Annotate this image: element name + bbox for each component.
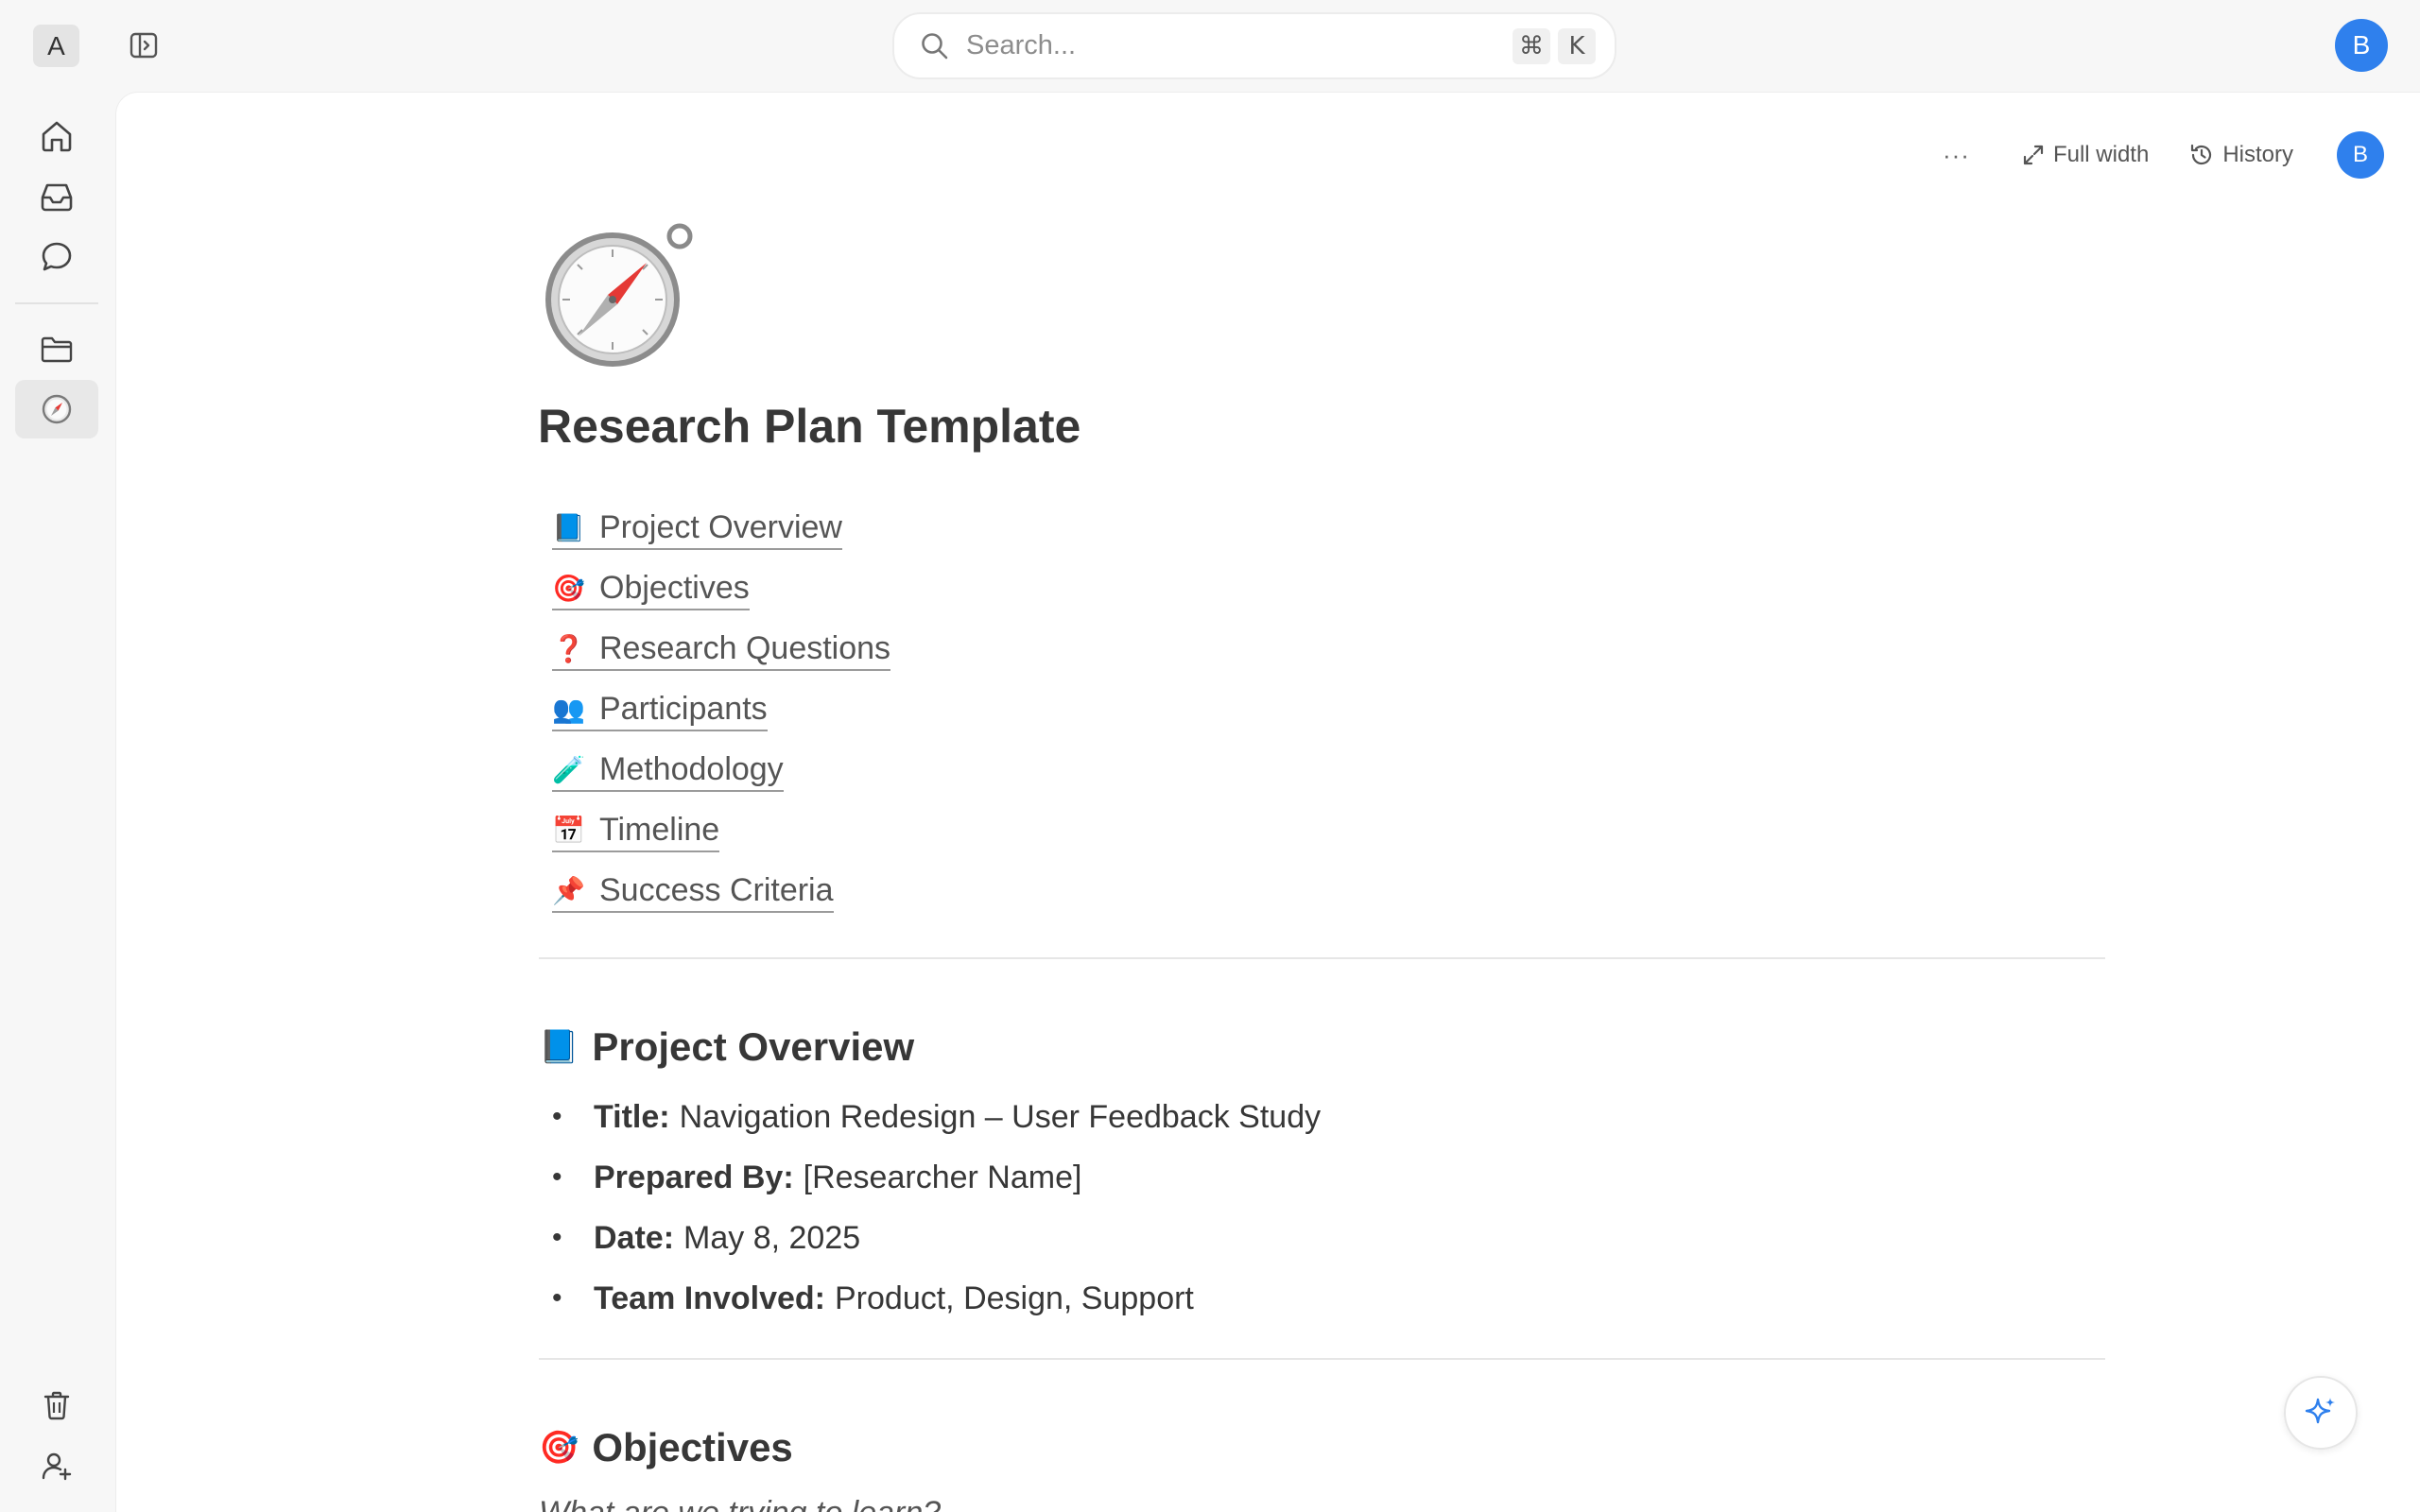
toc-label: Participants	[599, 690, 768, 727]
test-tube-icon: 🧪	[552, 753, 585, 785]
toc-label: Research Questions	[599, 629, 891, 666]
sidebar-item-inbox[interactable]	[15, 167, 98, 226]
divider	[539, 1358, 2105, 1360]
sidebar-item-trash[interactable]	[15, 1376, 98, 1435]
workspace-initial: A	[47, 30, 65, 60]
sidebar-item-home[interactable]	[15, 107, 98, 165]
home-icon	[42, 121, 72, 152]
expand-icon	[2023, 145, 2044, 165]
history-label: History	[2222, 142, 2293, 167]
toc-label: Success Criteria	[599, 871, 834, 908]
toc-item[interactable]: 🧪 Methodology	[552, 741, 890, 801]
overview-list: • Title: Navigation Redesign – User Feed…	[552, 1087, 1321, 1329]
shortcut-key: K	[1558, 27, 1596, 64]
sidebar-toggle-icon	[130, 32, 158, 59]
trash-icon	[43, 1391, 70, 1420]
toc-item[interactable]: ❓ Research Questions	[552, 620, 891, 680]
item-label: Title:	[594, 1098, 670, 1135]
search-input[interactable]	[966, 30, 1505, 61]
sidebar-item-folders[interactable]	[15, 320, 98, 379]
book-icon: 📘	[552, 511, 585, 543]
objectives-subtext[interactable]: What are we trying to learn?	[539, 1497, 941, 1512]
collaborator-initial: B	[2352, 142, 2368, 167]
toc-link-methodology[interactable]: 🧪 Methodology	[552, 751, 784, 792]
section-heading-objectives[interactable]: 🎯 Objectives	[539, 1425, 793, 1470]
bullet-icon: •	[552, 1101, 562, 1132]
target-icon: 🎯	[539, 1429, 579, 1467]
sidebar-item-current-page[interactable]	[15, 380, 98, 438]
section-heading-text: Project Overview	[592, 1024, 915, 1069]
toc-link-objectives[interactable]: 🎯 Objectives	[552, 570, 750, 610]
sidebar-divider	[15, 302, 98, 304]
toc-link-project-overview[interactable]: 📘 Project Overview	[552, 509, 842, 550]
page-toolbar: ··· Full width History B	[1943, 130, 2384, 180]
list-item[interactable]: • Title: Navigation Redesign – User Feed…	[552, 1087, 1321, 1147]
chat-icon	[42, 242, 72, 271]
toc-item[interactable]: 📅 Timeline	[552, 801, 890, 862]
shortcut-mod-key: ⌘	[1512, 27, 1550, 64]
book-icon: 📘	[539, 1028, 579, 1066]
full-width-label: Full width	[2052, 142, 2150, 167]
page-title[interactable]: Research Plan Template	[538, 399, 1080, 454]
toc-link-timeline[interactable]: 📅 Timeline	[552, 811, 720, 852]
compass-icon	[42, 394, 72, 424]
pushpin-icon: 📌	[552, 874, 585, 906]
toc-label: Methodology	[599, 750, 784, 787]
item-label: Date:	[594, 1219, 675, 1256]
item-value: [Researcher Name]	[803, 1159, 1082, 1195]
people-icon: 👥	[552, 693, 585, 725]
toc-label: Project Overview	[599, 508, 842, 545]
item-label: Team Involved:	[594, 1280, 825, 1316]
user-avatar[interactable]: B	[2335, 19, 2388, 72]
sidebar-item-invite[interactable]	[15, 1436, 98, 1495]
toc-item[interactable]: 🎯 Objectives	[552, 559, 890, 620]
history-button[interactable]: History	[2175, 136, 2307, 174]
target-icon: 🎯	[552, 572, 585, 604]
more-options-button[interactable]: ···	[1943, 141, 1970, 170]
search-bar[interactable]: ⌘ K	[892, 12, 1616, 79]
user-initial: B	[2352, 30, 2371, 60]
item-value: Navigation Redesign – User Feedback Stud…	[679, 1098, 1322, 1135]
toc-link-participants[interactable]: 👥 Participants	[552, 691, 768, 731]
toc-label: Objectives	[599, 569, 750, 606]
search-icon	[922, 32, 948, 59]
bullet-icon: •	[552, 1282, 562, 1314]
item-value: Product, Design, Support	[835, 1280, 1194, 1316]
inbox-icon	[41, 183, 73, 212]
list-item[interactable]: • Date: May 8, 2025	[552, 1208, 1321, 1268]
bullet-icon: •	[552, 1222, 562, 1253]
item-label: Prepared By:	[594, 1159, 794, 1195]
full-width-button[interactable]: Full width	[2008, 136, 2162, 174]
item-value: May 8, 2025	[683, 1219, 861, 1256]
sidebar-toggle-button[interactable]	[125, 28, 163, 62]
section-heading-text: Objectives	[592, 1425, 793, 1469]
divider	[539, 957, 2105, 959]
table-of-contents: 📘 Project Overview 🎯 Objectives ❓ Resear…	[552, 499, 891, 922]
collaborator-avatar[interactable]: B	[2337, 131, 2384, 179]
list-item[interactable]: • Team Involved: Product, Design, Suppor…	[552, 1268, 1321, 1329]
ai-assistant-button[interactable]	[2284, 1376, 2358, 1450]
workspace-switcher[interactable]: A	[33, 25, 79, 67]
toc-item[interactable]: 📌 Success Criteria	[552, 862, 890, 922]
toc-label: Timeline	[599, 811, 720, 848]
calendar-icon: 📅	[552, 814, 585, 846]
history-icon	[2191, 144, 2212, 165]
add-user-icon	[42, 1452, 72, 1481]
toc-item[interactable]: 👥 Participants	[552, 680, 890, 741]
toc-link-research-questions[interactable]: ❓ Research Questions	[552, 629, 891, 671]
bullet-icon: •	[552, 1161, 562, 1193]
folder-icon	[41, 336, 73, 363]
list-item[interactable]: • Prepared By: [Researcher Name]	[552, 1147, 1321, 1208]
sidebar-item-chat[interactable]	[15, 228, 98, 286]
question-icon: ❓	[552, 632, 585, 664]
toc-item[interactable]: 📘 Project Overview	[552, 499, 890, 559]
section-heading-project-overview[interactable]: 📘 Project Overview	[539, 1024, 914, 1070]
page-compass-icon[interactable]	[540, 214, 699, 372]
sparkle-icon	[2305, 1398, 2335, 1424]
toc-link-success-criteria[interactable]: 📌 Success Criteria	[552, 872, 834, 913]
